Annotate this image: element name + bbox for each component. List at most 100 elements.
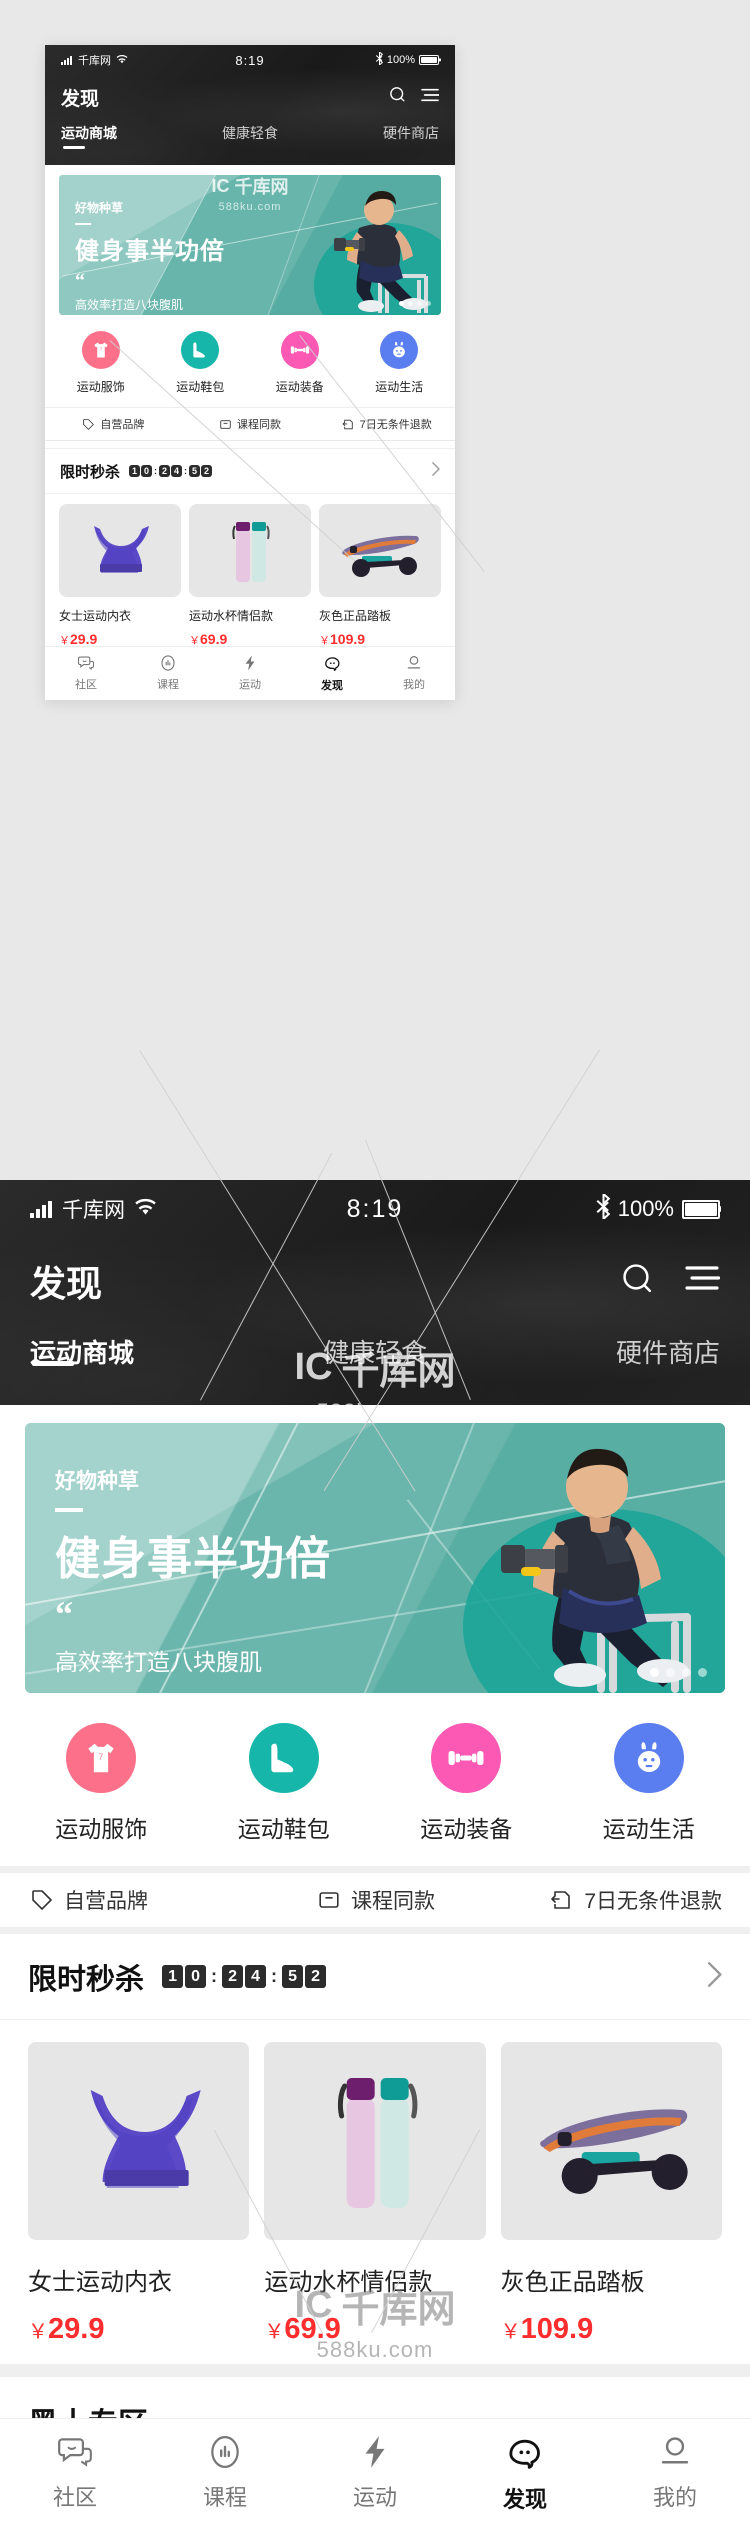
discover-icon bbox=[324, 657, 340, 671]
tab-label: 硬件商店 bbox=[615, 1338, 720, 1368]
banner-rule bbox=[75, 223, 91, 225]
ticket-icon bbox=[319, 1892, 339, 1908]
banner-dot[interactable] bbox=[650, 1668, 659, 1677]
service-self-brand[interactable]: 自营品牌 bbox=[45, 416, 182, 432]
service-refund[interactable]: 7日无条件退款 bbox=[491, 1885, 750, 1915]
tabbar-item-mine[interactable]: 我的 bbox=[373, 654, 455, 700]
currency-symbol: ￥ bbox=[264, 2321, 285, 2343]
service-self-brand[interactable]: 自营品牌 bbox=[0, 1885, 261, 1915]
tab-label: 运动商城 bbox=[61, 125, 117, 141]
service-label: 7日无条件退款 bbox=[584, 1890, 723, 1913]
category-label: 运动生活 bbox=[602, 1816, 695, 1842]
status-right-large: 100% bbox=[595, 1191, 720, 1225]
banner-dot[interactable] bbox=[399, 301, 404, 306]
hero-banner-large[interactable]: 好物种草 健身事半功倍 “ 高效率打造八块腹肌 bbox=[25, 1423, 725, 1693]
banner-dot[interactable] bbox=[417, 301, 422, 306]
page-title: 发现 bbox=[61, 88, 100, 110]
countdown-separator: : bbox=[184, 466, 188, 476]
service-label: 自营品牌 bbox=[100, 419, 145, 431]
price-value: 109.9 bbox=[330, 631, 366, 647]
product-card[interactable]: 灰色正品踏板 ￥109.9 bbox=[319, 504, 441, 648]
banner-subtitle: 高效率打造八块腹肌 bbox=[55, 1649, 262, 1675]
product-name: 灰色正品踏板 bbox=[500, 2269, 645, 2296]
product-card[interactable]: 运动水杯情侣款 ￥69.9 bbox=[189, 504, 311, 648]
product-name: 运动水杯情侣款 bbox=[189, 609, 274, 623]
tab-hardware-store[interactable]: 硬件商店 bbox=[492, 1323, 720, 1370]
sneaker-icon bbox=[181, 331, 220, 369]
tabbar-item-community[interactable]: 社区 bbox=[45, 654, 127, 700]
app-header-large: 千库网 8:19 100% 发现 运动商城 健康轻食 硬件商店 bbox=[0, 1180, 750, 1405]
countdown-separator: : bbox=[211, 1966, 218, 1986]
tabbar-item-discover[interactable]: 发现 bbox=[291, 654, 373, 700]
tab-sports-mall[interactable]: 运动商城 bbox=[61, 119, 186, 149]
seckill-header-large[interactable]: 限时秒杀 1 0 : 2 4 : 5 2 bbox=[0, 1934, 750, 2020]
product-card[interactable]: 运动水杯情侣款 ￥69.9 bbox=[264, 2042, 486, 2346]
banner-quote-mark: “ bbox=[75, 270, 85, 292]
category-item-apparel[interactable]: 7 运动服饰 bbox=[10, 1723, 193, 1844]
category-item-shoes[interactable]: 运动鞋包 bbox=[151, 331, 251, 395]
category-label: 运动装备 bbox=[420, 1816, 513, 1842]
seckill-countdown-small: 1 0 : 2 4 : 5 2 bbox=[129, 465, 213, 477]
signal-bars-icon bbox=[61, 55, 73, 65]
banner-dots-large[interactable] bbox=[643, 1668, 707, 1677]
service-label: 7日无条件退款 bbox=[359, 419, 432, 431]
tabbar-item-mine[interactable]: 我的 bbox=[600, 2433, 750, 2521]
search-icon[interactable] bbox=[619, 1260, 656, 1302]
product-price: ￥109.9 bbox=[501, 2313, 722, 2346]
category-item-life[interactable]: 运动生活 bbox=[350, 331, 450, 395]
tabbar-item-course[interactable]: 课程 bbox=[150, 2433, 300, 2521]
tabbar-item-sport[interactable]: 运动 bbox=[209, 654, 291, 700]
rabbit-icon bbox=[613, 1723, 684, 1793]
tabbar-item-community[interactable]: 社区 bbox=[0, 2433, 150, 2521]
tabbar-item-discover[interactable]: 发现 bbox=[450, 2433, 600, 2521]
product-name: 女士运动内衣 bbox=[28, 2269, 172, 2296]
category-item-shoes[interactable]: 运动鞋包 bbox=[193, 1723, 376, 1844]
service-label: 课程同款 bbox=[351, 1890, 435, 1913]
tab-sports-mall[interactable]: 运动商城 bbox=[30, 1323, 258, 1370]
tshirt-icon: 7 bbox=[66, 1723, 137, 1793]
tab-label: 硬件商店 bbox=[382, 125, 439, 141]
service-strip-large: 自营品牌 课程同款 7日无条件退款 bbox=[0, 1866, 750, 1934]
category-row-large: 7 运动服饰 运动鞋包 运动装备 运动生活 bbox=[0, 1693, 750, 1866]
product-card[interactable]: 女士运动内衣 ￥29.9 bbox=[59, 504, 181, 648]
battery-percent: 100% bbox=[617, 1196, 674, 1221]
hero-banner-small[interactable]: 好物种草 健身事半功倍 “ 高效率打造八块腹肌 bbox=[59, 175, 441, 315]
discover-icon bbox=[509, 2439, 540, 2469]
tab-healthy-food[interactable]: 健康轻食 bbox=[258, 1323, 493, 1370]
banner-dot[interactable] bbox=[666, 1668, 675, 1677]
service-refund[interactable]: 7日无条件退款 bbox=[318, 416, 455, 432]
chevron-right-icon[interactable] bbox=[431, 461, 440, 481]
tabbar-label: 课程 bbox=[157, 679, 179, 691]
status-left-large: 千库网 bbox=[30, 1194, 157, 1224]
service-course-same[interactable]: 课程同款 bbox=[261, 1885, 492, 1915]
tabbar-item-course[interactable]: 课程 bbox=[127, 654, 209, 700]
bottom-tabbar-small: 社区 课程 运动 发现 我的 bbox=[45, 646, 455, 700]
app-header-small: 千库网 8:19 100% 发现 运动商城 健康轻食 硬件商店 bbox=[45, 45, 455, 165]
banner-dot[interactable] bbox=[698, 1668, 707, 1677]
product-card[interactable]: 灰色正品踏板 ￥109.9 bbox=[500, 2042, 722, 2346]
tab-healthy-food[interactable]: 健康轻食 bbox=[186, 119, 315, 143]
tabbar-item-sport[interactable]: 运动 bbox=[300, 2433, 450, 2521]
price-value: 109.9 bbox=[520, 2313, 594, 2345]
tabbar-label: 运动 bbox=[239, 679, 261, 691]
tab-hardware-store[interactable]: 硬件商店 bbox=[314, 119, 439, 143]
banner-headline: 健身事半功倍 bbox=[75, 238, 225, 265]
price-value: 29.9 bbox=[70, 631, 98, 647]
category-item-equipment[interactable]: 运动装备 bbox=[375, 1723, 558, 1844]
banner-dot[interactable] bbox=[408, 301, 413, 306]
menu-icon[interactable] bbox=[684, 1263, 721, 1298]
countdown-digit: 4 bbox=[245, 1965, 267, 1988]
banner-dot[interactable] bbox=[682, 1668, 691, 1677]
category-item-equipment[interactable]: 运动装备 bbox=[250, 331, 350, 395]
search-icon[interactable] bbox=[388, 85, 407, 109]
athlete-photo-large bbox=[415, 1431, 715, 1693]
product-card[interactable]: 女士运动内衣 ￥29.9 bbox=[28, 2042, 250, 2346]
product-name: 女士运动内衣 bbox=[59, 609, 132, 623]
bolt-icon bbox=[365, 2436, 385, 2468]
chevron-right-icon[interactable] bbox=[706, 1961, 722, 1993]
banner-dot[interactable] bbox=[426, 301, 431, 306]
banner-dots-small[interactable] bbox=[395, 301, 431, 306]
carrier-name: 千库网 bbox=[62, 1199, 125, 1222]
menu-icon[interactable] bbox=[421, 87, 440, 108]
category-item-life[interactable]: 运动生活 bbox=[558, 1723, 741, 1844]
